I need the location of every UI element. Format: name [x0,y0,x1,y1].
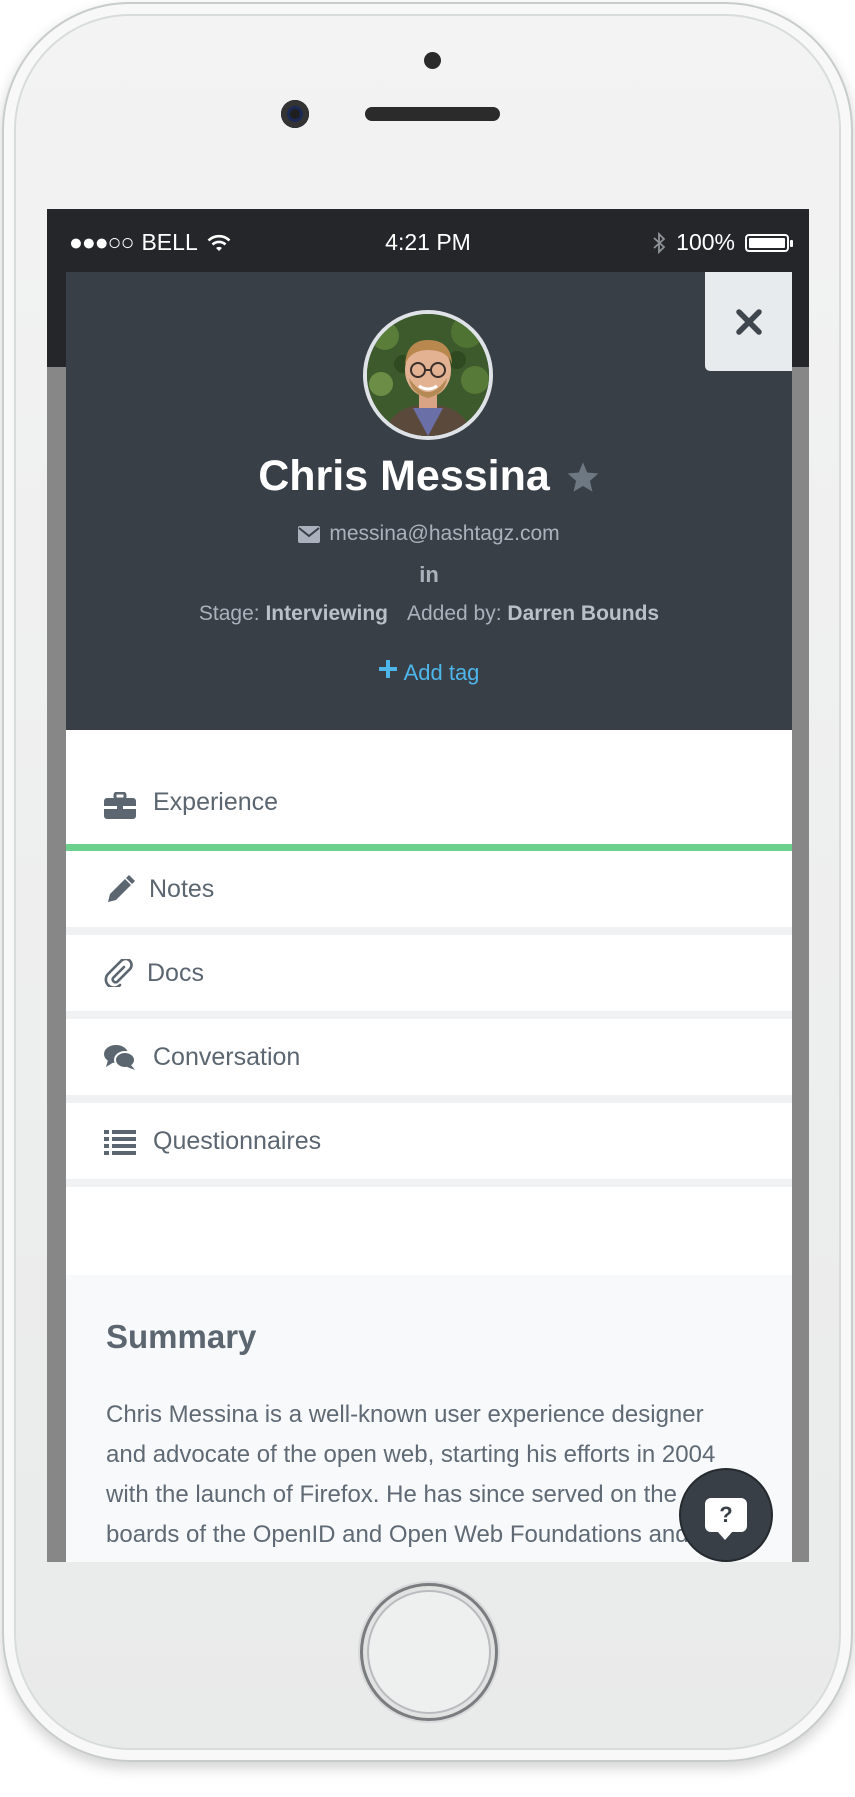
added-by-value: Darren Bounds [507,602,660,625]
battery-icon [745,233,793,252]
stage-label: Stage: [198,602,260,625]
add-tag-label: Add tag [403,660,480,685]
tab-conversation[interactable]: Conversation [66,1019,792,1095]
help-chat-button[interactable]: ? [679,1468,773,1562]
tab-notes[interactable]: Notes [66,851,792,927]
tab-label: Notes [149,875,215,903]
profile-header: Chris Messina messina@hashtagz.com in St… [66,272,792,730]
active-tab-indicator [66,844,792,851]
tab-divider [66,1095,792,1103]
bluetooth-icon [653,231,666,254]
envelope-icon [298,525,321,543]
pencil-icon [108,875,135,902]
help-bubble-icon: ? [705,1498,747,1540]
front-camera [281,100,309,128]
summary-text: Chris Messina is a well-known user exper… [106,1401,716,1562]
paperclip-icon [104,959,133,987]
close-button[interactable] [705,272,792,371]
proximity-sensor [424,52,441,69]
tab-label: Experience [153,788,279,816]
stage-info: Stage: Interviewing [199,602,388,626]
email-address: messina@hashtagz.com [329,522,560,545]
avatar-photo [367,314,489,436]
favorite-star-icon[interactable] [566,461,600,493]
tab-experience[interactable]: Experience [66,730,792,844]
tab-label: Docs [147,959,204,987]
chat-bubbles-icon [104,1045,136,1070]
list-icon [104,1130,136,1155]
tab-divider [66,1011,792,1019]
email-link[interactable]: messina@hashtagz.com [66,522,792,546]
home-button[interactable] [360,1583,498,1721]
screen: ●●●○○ BELL 4:21 PM 100% Chris Messina me… [47,209,809,1562]
candidate-panel: Chris Messina messina@hashtagz.com in St… [66,272,792,1562]
tab-questionnaires[interactable]: Questionnaires [66,1103,792,1179]
status-bar: ●●●○○ BELL 4:21 PM 100% [47,209,809,273]
stage-value: Interviewing [265,602,388,625]
tab-label: Questionnaires [153,1127,322,1155]
tab-divider [66,927,792,935]
avatar [363,310,493,440]
plus-icon [378,660,397,678]
added-by-info: Added by: Darren Bounds [407,602,659,626]
tab-divider [66,1179,792,1187]
tab-label: Conversation [153,1043,301,1071]
candidate-name: Chris Messina [258,452,550,500]
battery-percent: 100% [676,229,735,255]
linkedin-icon[interactable]: in [66,562,792,588]
add-tag-button[interactable]: Add tag [66,660,792,686]
tab-docs[interactable]: Docs [66,935,792,1011]
earpiece-speaker [365,107,500,121]
briefcase-icon [104,792,136,819]
summary-title: Summary [106,1318,257,1355]
added-by-label: Added by: [406,602,502,625]
close-icon [735,308,762,335]
help-label: ? [719,1502,733,1527]
